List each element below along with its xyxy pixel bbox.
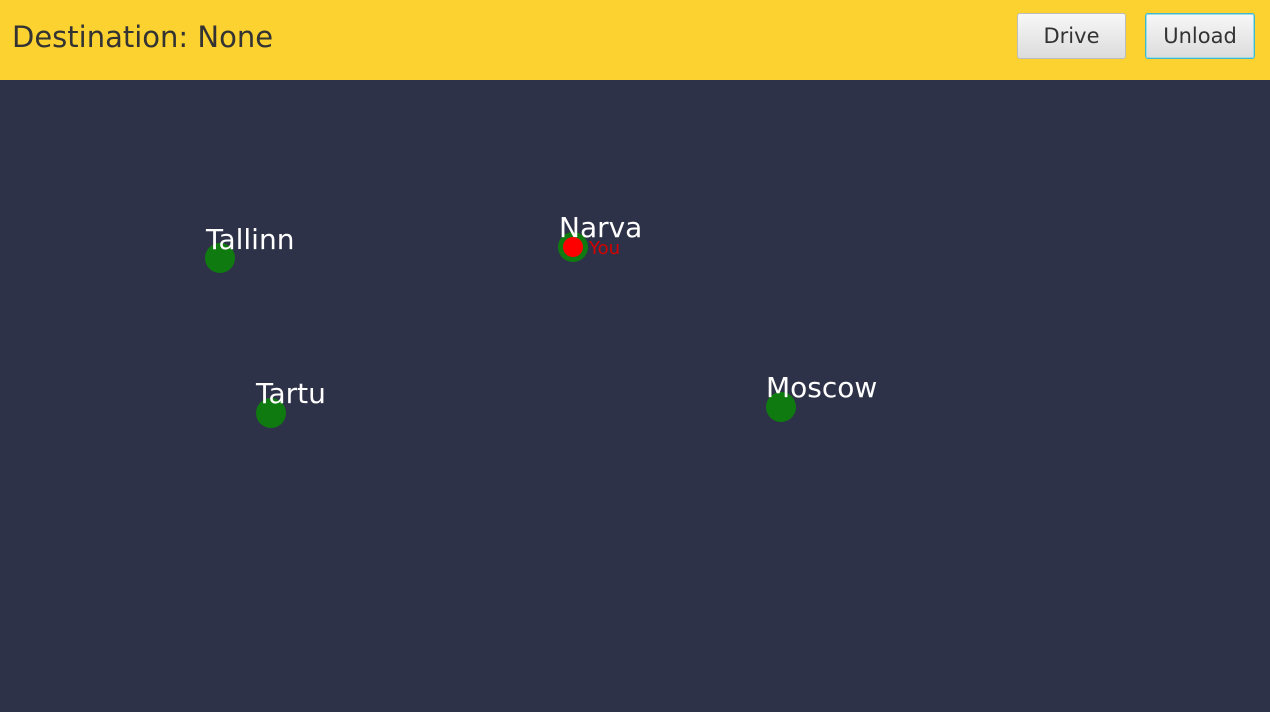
app-window: Destination: None Drive Unload Tallinn N…: [0, 0, 1270, 712]
top-bar: Destination: None Drive Unload: [0, 0, 1270, 80]
unload-button[interactable]: Unload: [1145, 13, 1255, 59]
player-marker: [563, 237, 583, 257]
player-label: You: [589, 238, 621, 259]
drive-button[interactable]: Drive: [1017, 13, 1126, 59]
city-label-tartu: Tartu: [256, 377, 326, 410]
city-label-tallinn: Tallinn: [206, 223, 295, 256]
map-canvas: Tallinn Narva You Tartu Moscow: [0, 80, 1270, 712]
city-label-moscow: Moscow: [766, 371, 878, 404]
destination-status: Destination: None: [12, 20, 274, 54]
